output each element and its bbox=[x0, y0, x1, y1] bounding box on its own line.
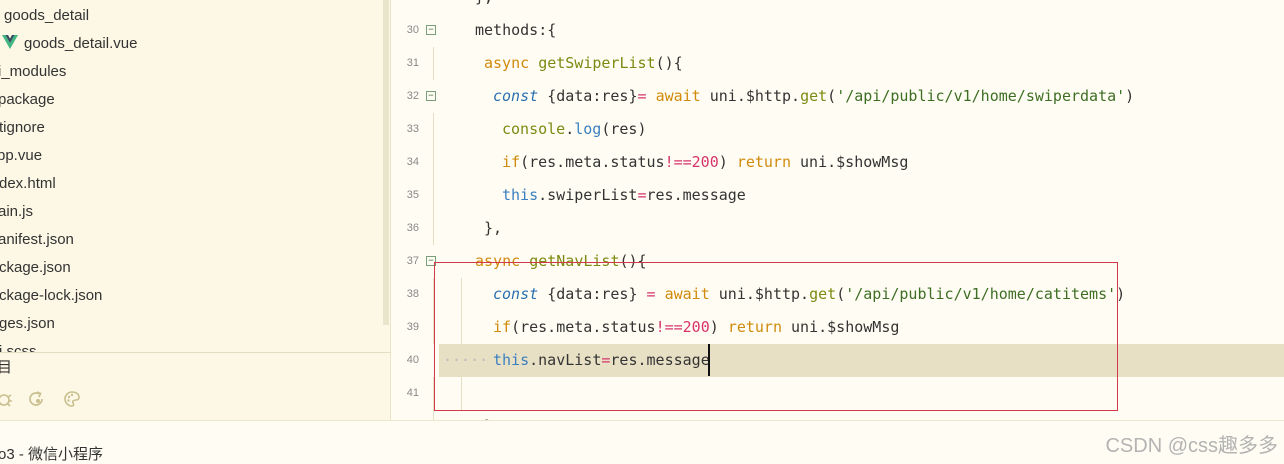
line-number: 30 bbox=[406, 24, 419, 36]
code-line[interactable]: 30 − methods:{ bbox=[391, 14, 1284, 47]
tree-item-package-json[interactable]: ckage.json bbox=[0, 254, 71, 282]
tree-item-label: i_modules bbox=[0, 63, 67, 80]
fold-toggle[interactable]: − bbox=[426, 25, 436, 35]
tree-item-label: dex.html bbox=[0, 175, 56, 192]
line-number: 29 bbox=[391, 0, 419, 14]
tree-item-label: ain.js bbox=[0, 203, 34, 220]
watermark: CSDN @css趣多多 bbox=[1105, 435, 1278, 457]
code-line[interactable]: 34 if(res.meta.status!==200) return uni.… bbox=[391, 146, 1284, 179]
code-line[interactable]: 35 this.swiperList=res.message bbox=[391, 179, 1284, 212]
bug-icon[interactable] bbox=[0, 389, 14, 409]
code-text: const {data:res}= await uni.$http.get('/… bbox=[493, 87, 1135, 105]
code-text: this.swiperList=res.message bbox=[502, 186, 746, 204]
tree-item-package-lock-json[interactable]: ckage-lock.json bbox=[0, 282, 102, 310]
line-number: 36 bbox=[406, 222, 419, 234]
file-explorer: goods_detail goods_detail.vue i_modules … bbox=[0, 0, 391, 420]
tree-item-gitignore[interactable]: tignore bbox=[0, 114, 45, 142]
tree-item-label: goods_detail bbox=[4, 7, 90, 24]
tree-item-label: goods_detail.vue bbox=[24, 35, 138, 52]
status-bar: o3 - 微信小程序 CSDN @css趣多多 bbox=[0, 420, 1284, 464]
sidebar-scrollbar[interactable] bbox=[383, 0, 389, 325]
tree-item-label: ges.json bbox=[0, 315, 55, 332]
tree-item-uni-scss[interactable]: i.scss bbox=[0, 338, 37, 352]
code-text: }, bbox=[484, 219, 503, 237]
tree-item-goods-detail-vue[interactable]: goods_detail.vue bbox=[2, 30, 137, 58]
palette-icon[interactable] bbox=[62, 389, 82, 409]
tree-item-package[interactable]: package bbox=[0, 86, 55, 114]
tree-item-app-vue[interactable]: pp.vue bbox=[0, 142, 42, 170]
code-text: async getSwiperList(){ bbox=[484, 54, 683, 72]
project-panel-label: 目 bbox=[0, 356, 12, 380]
line-number: 35 bbox=[406, 189, 419, 201]
tree-item-label: ckage-lock.json bbox=[0, 287, 103, 304]
tree-item-node-modules[interactable]: i_modules bbox=[0, 58, 66, 86]
line-number: 39 bbox=[406, 321, 419, 333]
tree-item-label: i.scss bbox=[0, 343, 37, 352]
code-line[interactable]: 32 − const {data:res}= await uni.$http.g… bbox=[391, 80, 1284, 113]
tree-item-label: tignore bbox=[0, 119, 45, 136]
status-project-text: o3 - 微信小程序 bbox=[0, 446, 104, 463]
tree-item-label: package bbox=[0, 91, 55, 108]
tree-item-label: ckage.json bbox=[0, 259, 71, 276]
tree-item-goods-detail-folder[interactable]: goods_detail bbox=[4, 2, 89, 30]
refresh-icon[interactable] bbox=[26, 389, 46, 409]
code-text: } bbox=[484, 410, 493, 420]
code-line[interactable]: 31 async getSwiperList(){ bbox=[391, 47, 1284, 80]
file-tree: goods_detail goods_detail.vue i_modules … bbox=[0, 0, 390, 352]
line-number: 33 bbox=[406, 123, 419, 135]
code-text: console.log(res) bbox=[502, 120, 647, 138]
vue-icon bbox=[2, 35, 18, 49]
code-text: if(res.meta.status!==200) return uni.$sh… bbox=[502, 153, 909, 171]
tree-item-index-html[interactable]: dex.html bbox=[0, 170, 56, 198]
annotation-highlight-box bbox=[434, 262, 1118, 411]
tree-item-pages-json[interactable]: ges.json bbox=[0, 310, 55, 338]
line-number: 34 bbox=[406, 156, 419, 168]
line-number: 32 bbox=[406, 90, 419, 102]
code-text: }, bbox=[475, 0, 493, 14]
tree-item-label: anifest.json bbox=[0, 231, 74, 248]
line-number: 40 bbox=[406, 354, 419, 366]
line-number: 37 bbox=[406, 255, 419, 267]
sidebar-divider bbox=[0, 352, 390, 353]
tree-item-manifest-json[interactable]: anifest.json bbox=[0, 226, 74, 254]
code-line[interactable]: } bbox=[391, 410, 1284, 420]
tree-item-main-js[interactable]: ain.js bbox=[0, 198, 33, 226]
sidebar-toolbar bbox=[0, 389, 390, 413]
line-number: 41 bbox=[406, 387, 419, 399]
fold-toggle[interactable]: − bbox=[426, 91, 436, 101]
line-number: 38 bbox=[406, 288, 419, 300]
code-line[interactable]: 29 }, bbox=[391, 0, 1284, 14]
code-line[interactable]: 36 }, bbox=[391, 212, 1284, 245]
line-number: 31 bbox=[406, 57, 419, 69]
code-line[interactable]: 33 console.log(res) bbox=[391, 113, 1284, 146]
code-text: methods:{ bbox=[475, 21, 557, 39]
tree-item-label: pp.vue bbox=[0, 147, 43, 164]
